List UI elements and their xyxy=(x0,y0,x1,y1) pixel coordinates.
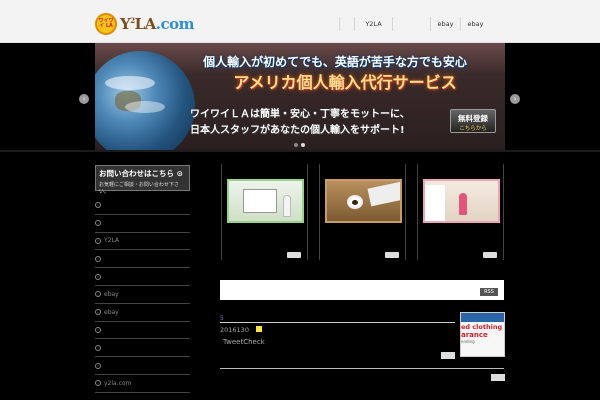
chevron-right-icon: › xyxy=(95,362,101,369)
bottom-divider xyxy=(220,368,504,369)
slider-prev-icon[interactable]: ‹ xyxy=(79,94,89,104)
nav-item-ebay-2[interactable]: ebay xyxy=(460,17,490,31)
slider-dot-2[interactable] xyxy=(301,143,305,147)
chevron-right-icon: › xyxy=(95,273,101,280)
chevron-right-icon: › xyxy=(95,380,101,387)
chevron-right-icon: › xyxy=(95,220,101,227)
sidebar-item[interactable]: › xyxy=(95,322,190,340)
post-tab[interactable]: 5 xyxy=(220,315,224,322)
slider-dots xyxy=(294,143,305,147)
sidebar-item[interactable]: › xyxy=(95,268,190,286)
rss-button[interactable]: RSS xyxy=(480,288,498,296)
sidebar-item[interactable]: › xyxy=(95,215,190,233)
chevron-right-icon: › xyxy=(95,309,101,316)
slider-dot-1[interactable] xyxy=(294,143,298,147)
new-flag-icon xyxy=(256,326,262,332)
rss-bar: RSS xyxy=(220,280,504,300)
chevron-right-icon: › xyxy=(95,344,101,351)
chevron-right-icon: › xyxy=(95,202,101,209)
logo-badge: ワイワイ LA xyxy=(95,13,117,35)
shelf-image xyxy=(425,185,445,221)
slide-text-1: ワイワイＬＡは簡単・安心・丁寧をモットーに、 xyxy=(190,109,410,120)
logo-wordmark: Y2LA.com xyxy=(120,15,195,33)
whiteboard-image xyxy=(243,189,277,213)
chevron-right-icon: › xyxy=(95,255,101,262)
sidebar-menu: › › › Y2LA › › › ebay › ebay › › › › y2la.co… xyxy=(95,197,190,393)
coffee-thumbnail[interactable] xyxy=(325,179,402,223)
sidebar-item-y2la[interactable]: › Y2LA xyxy=(95,233,190,251)
feature-card-3[interactable] xyxy=(417,164,504,260)
tweet-check-link[interactable]: TweetCheck xyxy=(223,338,265,346)
nav-item-ebay-1[interactable]: ebay xyxy=(430,17,460,31)
feature-card-1[interactable] xyxy=(221,164,308,260)
sidebar-item-ebay-2[interactable]: › ebay xyxy=(95,304,190,322)
nav-item-y2la[interactable]: Y2LA xyxy=(354,17,392,31)
hero-slider[interactable]: 個人輸入が初めてでも、英語が苦手な方でも安心 アメリカ個人輸入代行サービス ワイ… xyxy=(95,43,505,150)
coffee-cup-image xyxy=(347,195,363,209)
slide-text-2: 日本人スタッフがあなたの個人輸入をサポート! xyxy=(190,125,405,136)
keyboard-image xyxy=(367,181,400,207)
ad-header-strip xyxy=(461,313,504,322)
post-divider xyxy=(220,322,455,323)
presentation-thumbnail[interactable] xyxy=(227,179,304,223)
chevron-right-icon: › xyxy=(95,291,101,298)
sidebar-item[interactable]: › xyxy=(95,357,190,375)
section-divider xyxy=(0,150,600,152)
sidebar-item[interactable]: › xyxy=(95,339,190,358)
nav-item-3[interactable] xyxy=(392,17,430,31)
slide-title: アメリカ個人輸入代行サービス xyxy=(233,73,457,92)
sidebar-item-y2la-com[interactable]: › y2la.com xyxy=(95,375,190,393)
sidebar-item-ebay-1[interactable]: › ebay xyxy=(95,286,190,304)
bottom-more-button[interactable] xyxy=(491,374,505,381)
ad-banner[interactable]: ed clothing arance ending xyxy=(460,312,505,357)
site-logo[interactable]: ワイワイ LA Y2LA.com xyxy=(95,13,195,35)
sidebar-item[interactable]: › xyxy=(95,197,190,215)
feature-card-2[interactable] xyxy=(319,164,406,260)
sidebar-item[interactable]: › xyxy=(95,250,190,269)
card-more-button[interactable] xyxy=(483,252,497,258)
card-more-button[interactable] xyxy=(287,252,301,258)
site-header: ワイワイ LA Y2LA.com Y2LA ebay ebay xyxy=(0,0,600,43)
chevron-right-icon: › xyxy=(95,237,101,244)
chevron-right-icon: › xyxy=(95,326,101,333)
person-image xyxy=(459,193,467,215)
main-nav: Y2LA ebay ebay xyxy=(339,17,490,31)
free-register-button[interactable]: 無料登録 こちらから xyxy=(450,109,496,133)
post-date: 2016130 xyxy=(220,326,249,334)
nav-item-1[interactable] xyxy=(339,17,354,31)
contact-banner[interactable]: お問い合わせはこちら ⊙ お気軽にご相談・お問い合わせ下さい。 xyxy=(95,165,190,195)
person-image xyxy=(283,195,291,217)
slide-headline: 個人輸入が初めてでも、英語が苦手な方でも安心 xyxy=(203,55,467,69)
post-more-button[interactable] xyxy=(441,352,455,359)
card-more-button[interactable] xyxy=(385,252,399,258)
slider-next-icon[interactable]: › xyxy=(510,94,520,104)
office-thumbnail[interactable] xyxy=(423,179,500,223)
